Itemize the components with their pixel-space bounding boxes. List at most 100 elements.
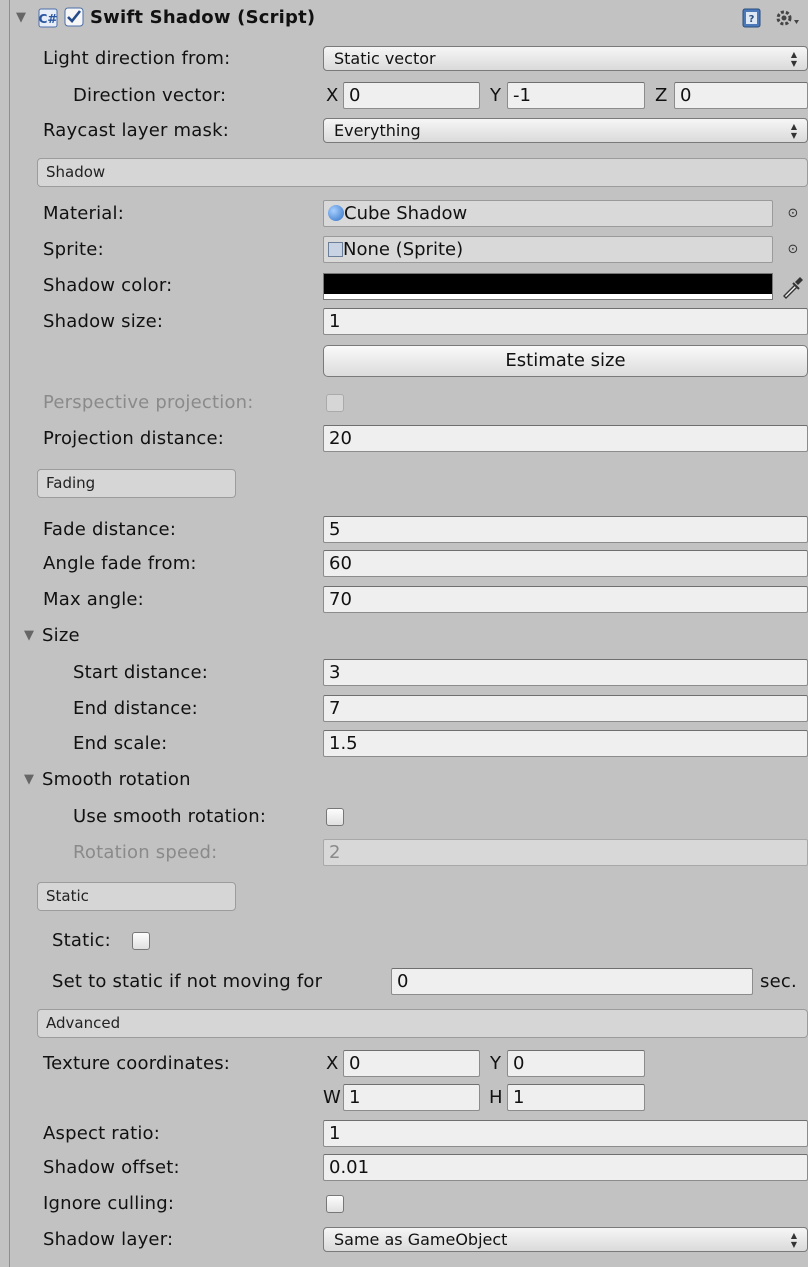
direction-vector-row: Direction vector: X 0 Y -1 Z 0	[0, 80, 808, 112]
set-static-label: Set to static if not moving for	[52, 971, 323, 992]
angle-fade-row: Angle fade from: 60	[0, 548, 808, 580]
shadow-layer-dropdown[interactable]: Same as GameObject ▲ ▼	[323, 1227, 808, 1252]
tex-w-input[interactable]: 1	[343, 1084, 480, 1111]
end-distance-label: End distance:	[73, 698, 198, 719]
rotation-speed-row: Rotation speed: 2	[0, 837, 808, 869]
object-picker-icon[interactable]: ⊙	[783, 198, 803, 230]
shadow-offset-input[interactable]: 0.01	[323, 1154, 808, 1181]
sprite-value: None (Sprite)	[343, 239, 464, 260]
ignore-culling-checkbox[interactable]	[326, 1195, 344, 1213]
object-picker-icon[interactable]: ⊙	[783, 234, 803, 266]
tex-x-input[interactable]: 0	[343, 1050, 480, 1077]
estimate-size-button[interactable]: Estimate size	[323, 345, 808, 377]
projection-distance-label: Projection distance:	[43, 428, 225, 449]
component-title: Swift Shadow (Script)	[90, 7, 316, 28]
raycast-dropdown[interactable]: Everything ▲ ▼	[323, 118, 808, 143]
start-distance-input[interactable]: 3	[323, 659, 808, 686]
aspect-ratio-row: Aspect ratio: 1	[0, 1118, 808, 1150]
material-row: Material: Cube Shadow ⊙	[0, 198, 808, 230]
static-checkbox[interactable]	[132, 932, 150, 950]
angle-fade-input[interactable]: 60	[323, 550, 808, 577]
tex-y-label: Y	[490, 1053, 501, 1074]
use-smooth-rotation-label: Use smooth rotation:	[73, 806, 267, 827]
tex-w-label: W	[323, 1087, 341, 1108]
rotation-speed-label: Rotation speed:	[73, 842, 218, 863]
eyedropper-icon[interactable]	[780, 274, 806, 300]
raycast-value: Everything	[334, 121, 421, 140]
end-scale-input[interactable]: 1.5	[323, 730, 808, 757]
shadow-size-input[interactable]: 1	[323, 308, 808, 335]
shadow-size-label: Shadow size:	[43, 311, 164, 332]
sec-label: sec.	[760, 971, 797, 992]
alpha-bar	[324, 294, 772, 299]
shadow-size-row: Shadow size: 1	[0, 306, 808, 338]
sprite-label: Sprite:	[43, 239, 104, 260]
foldout-arrow-icon[interactable]: ▼	[24, 764, 34, 796]
perspective-checkbox[interactable]	[326, 394, 344, 412]
enabled-checkbox[interactable]	[64, 7, 84, 27]
material-label: Material:	[43, 203, 124, 224]
sprite-field[interactable]: None (Sprite)	[323, 236, 773, 263]
shadow-color-swatch[interactable]	[323, 273, 773, 300]
light-direction-label: Light direction from:	[43, 48, 231, 69]
static-section-header: Static	[37, 882, 236, 911]
foldout-arrow-icon[interactable]: ▼	[24, 620, 34, 652]
size-foldout-label[interactable]: Size	[42, 620, 80, 652]
gear-icon[interactable]	[774, 7, 800, 29]
svg-text:C#: C#	[39, 12, 58, 26]
fade-distance-input[interactable]: 5	[323, 516, 808, 543]
perspective-label: Perspective projection:	[43, 392, 254, 413]
rotation-speed-input[interactable]: 2	[323, 839, 808, 866]
help-book-icon[interactable]: ?	[741, 8, 763, 28]
aspect-ratio-input[interactable]: 1	[323, 1120, 808, 1147]
use-smooth-rotation-checkbox[interactable]	[326, 808, 344, 826]
vector-x-label: X	[326, 85, 339, 106]
dropdown-arrows-icon: ▲ ▼	[790, 50, 797, 68]
vector-y-input[interactable]: -1	[507, 82, 645, 109]
material-sphere-icon	[328, 205, 344, 221]
end-distance-input[interactable]: 7	[323, 695, 808, 722]
svg-text:?: ?	[749, 14, 755, 25]
material-field[interactable]: Cube Shadow	[323, 200, 773, 227]
tex-h-label: H	[489, 1087, 503, 1108]
vector-x-input[interactable]: 0	[343, 82, 480, 109]
max-angle-row: Max angle: 70	[0, 584, 808, 616]
script-icon: C#	[38, 8, 58, 28]
raycast-label: Raycast layer mask:	[43, 120, 229, 141]
shadow-layer-row: Shadow layer: Same as GameObject ▲ ▼	[0, 1224, 808, 1256]
start-distance-label: Start distance:	[73, 662, 209, 683]
smooth-rotation-label[interactable]: Smooth rotation	[42, 764, 191, 796]
shadow-layer-value: Same as GameObject	[334, 1230, 508, 1249]
tex-y-input[interactable]: 0	[507, 1050, 645, 1077]
light-direction-row: Light direction from: Static vector ▲ ▼	[0, 43, 808, 75]
ignore-culling-label: Ignore culling:	[43, 1193, 175, 1214]
shadow-section-header: Shadow	[37, 158, 808, 187]
static-label: Static:	[52, 930, 111, 951]
sprite-icon	[328, 242, 343, 257]
static-row: Static:	[0, 925, 808, 957]
projection-distance-row: Projection distance: 20	[0, 423, 808, 455]
shadow-color-row: Shadow color:	[0, 270, 808, 302]
dropdown-arrows-icon: ▲ ▼	[790, 1231, 797, 1249]
set-static-input[interactable]: 0	[391, 968, 753, 995]
material-value: Cube Shadow	[344, 203, 468, 224]
start-distance-row: Start distance: 3	[0, 657, 808, 689]
perspective-row: Perspective projection:	[0, 387, 808, 419]
shadow-offset-label: Shadow offset:	[43, 1157, 180, 1178]
max-angle-input[interactable]: 70	[323, 586, 808, 613]
vector-z-label: Z	[655, 85, 668, 106]
smooth-rotation-foldout[interactable]: ▼ Smooth rotation	[0, 764, 808, 796]
angle-fade-label: Angle fade from:	[43, 553, 197, 574]
shadow-color-label: Shadow color:	[43, 275, 173, 296]
component-header[interactable]: ▼ C# Swift Shadow (Script) ?	[0, 2, 808, 34]
advanced-section-header: Advanced	[37, 1009, 808, 1038]
sprite-row: Sprite: None (Sprite) ⊙	[0, 234, 808, 266]
light-direction-dropdown[interactable]: Static vector ▲ ▼	[323, 46, 808, 71]
size-foldout[interactable]: ▼ Size	[0, 620, 808, 652]
foldout-arrow-icon[interactable]: ▼	[16, 2, 26, 34]
projection-distance-input[interactable]: 20	[323, 425, 808, 452]
direction-vector-label: Direction vector:	[73, 85, 227, 106]
tex-h-input[interactable]: 1	[507, 1084, 645, 1111]
fading-section-header: Fading	[37, 469, 236, 498]
vector-z-input[interactable]: 0	[674, 82, 808, 109]
